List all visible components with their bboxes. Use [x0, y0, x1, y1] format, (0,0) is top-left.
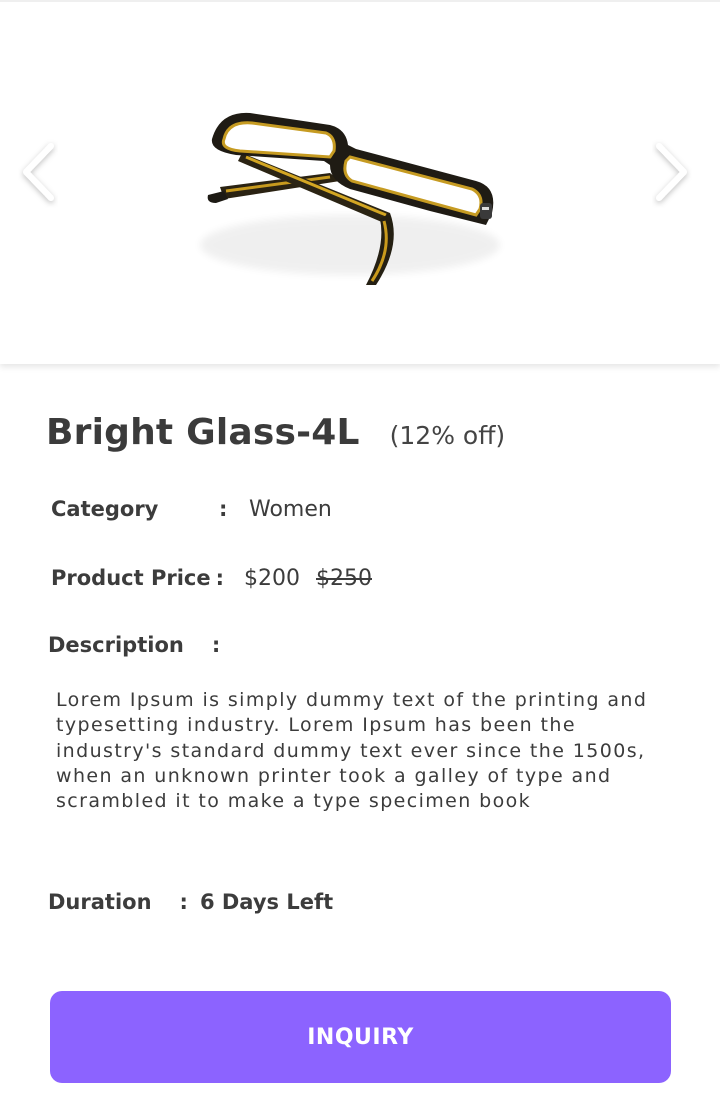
inquiry-button[interactable]: INQUIRY — [50, 991, 671, 1083]
product-image-gallery — [0, 0, 720, 364]
duration-label: Duration — [48, 890, 152, 914]
gallery-top-divider — [0, 0, 720, 2]
price-label: Product Price — [51, 566, 211, 590]
glasses-product-image — [180, 95, 520, 305]
price-row: Product Price : $200 $250 — [51, 561, 384, 595]
original-price: $250 — [316, 565, 372, 591]
previous-image-button[interactable] — [18, 138, 58, 208]
price-colon: : — [215, 566, 224, 590]
duration-row: Duration : 6 Days Left — [48, 885, 333, 919]
category-label: Category — [51, 497, 159, 521]
discount-badge: (12% off) — [389, 421, 506, 450]
product-title: Bright Glass-4L — [46, 412, 360, 453]
product-title-row: Bright Glass-4L (12% off) — [46, 412, 505, 472]
next-image-button[interactable] — [652, 138, 692, 208]
description-colon: : — [211, 633, 221, 657]
current-price: $200 — [244, 565, 300, 591]
chevron-right-icon — [656, 143, 687, 201]
description-row: Description : — [48, 628, 220, 662]
duration-colon: : — [179, 890, 188, 914]
category-colon: : — [219, 497, 228, 521]
category-row: Category : Women — [51, 492, 332, 526]
category-value: Women — [249, 496, 332, 522]
chevron-left-icon — [23, 143, 54, 201]
duration-value: 6 Days Left — [199, 890, 334, 914]
description-label: Description — [48, 633, 184, 657]
description-text: Lorem Ipsum is simply dummy text of the … — [56, 689, 648, 813]
